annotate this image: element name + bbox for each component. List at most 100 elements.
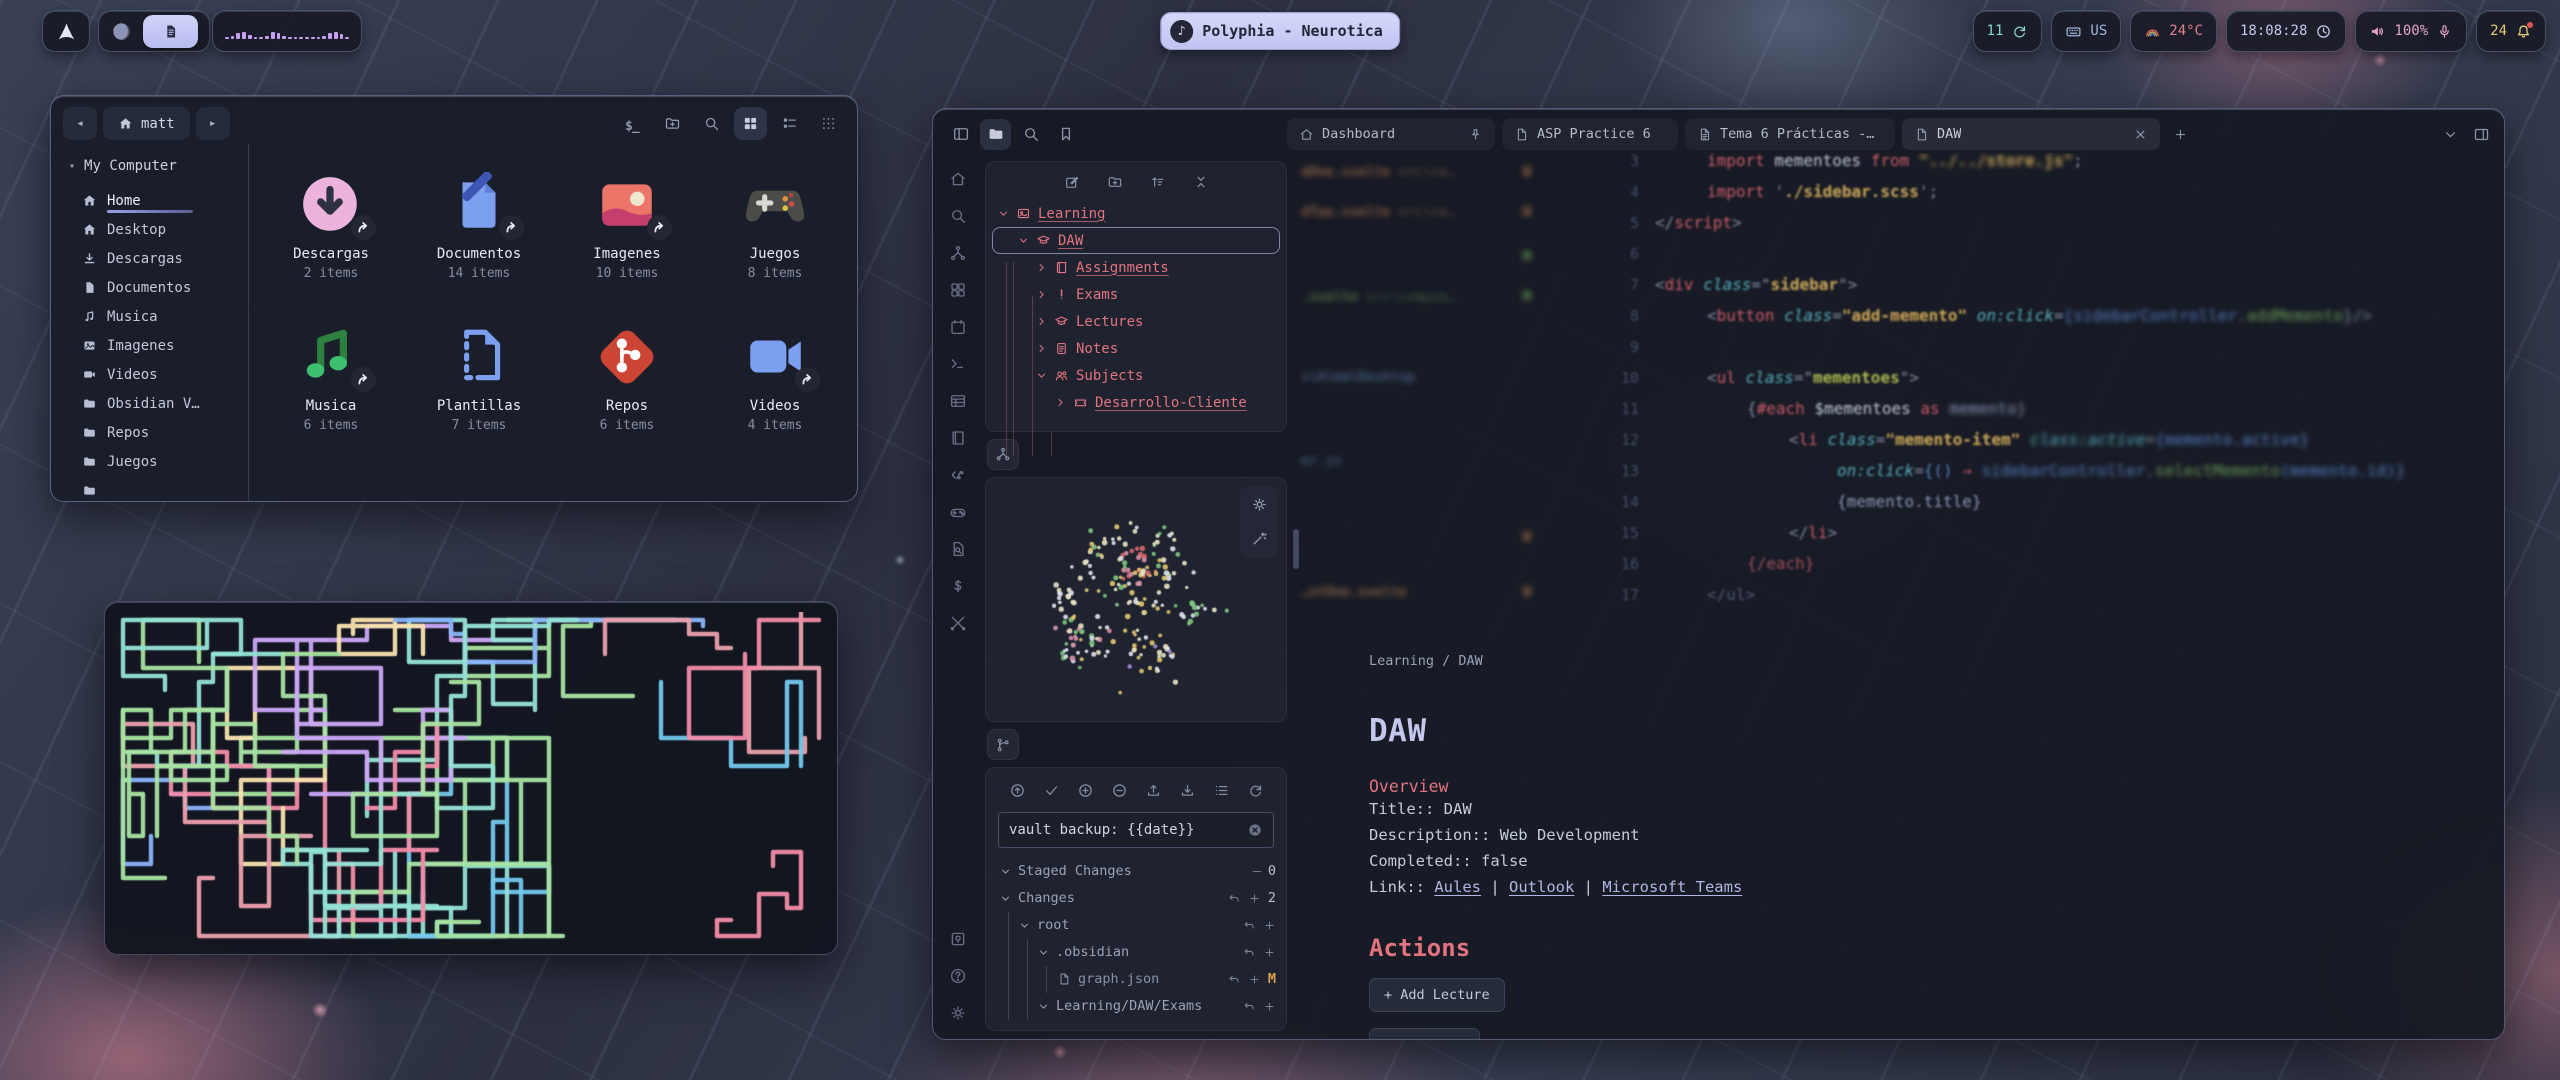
folder-item-videos[interactable]: Videos 4 items (706, 310, 844, 462)
ribbon-help-icon[interactable] (944, 962, 972, 990)
updates-indicator[interactable]: 11 (1973, 10, 2043, 52)
tab-list-dropdown-icon[interactable] (2442, 126, 2459, 143)
folder-item-juegos[interactable]: Juegos 8 items (706, 158, 844, 310)
caret-down-icon[interactable] (1036, 370, 1047, 381)
ribbon-home-icon[interactable] (944, 165, 972, 193)
discard-icon[interactable] (1243, 946, 1256, 959)
tree-item-daw[interactable]: DAW (992, 227, 1280, 254)
forward-button[interactable]: ▸ (196, 107, 230, 140)
link-outlook[interactable]: Outlook (1509, 878, 1574, 896)
explorer-sort-button[interactable] (1150, 174, 1166, 190)
sidebar-item-descargas[interactable]: Descargas (69, 244, 244, 273)
ribbon-codepct-icon[interactable] (944, 461, 972, 489)
graph-view[interactable] (986, 478, 1280, 722)
workspace-firefox-icon[interactable] (110, 20, 133, 43)
tree-item-lectures[interactable]: Lectures (992, 308, 1280, 335)
folder-item-documentos[interactable]: Documentos 14 items (410, 158, 548, 310)
explorer-collapse-button[interactable] (1193, 174, 1209, 190)
list-view-button[interactable] (773, 107, 806, 140)
caret-down-icon[interactable] (1000, 866, 1011, 877)
tree-item-exams[interactable]: Exams (992, 281, 1280, 308)
close-icon[interactable] (2133, 127, 2148, 142)
search-button[interactable] (1015, 119, 1046, 150)
commit-message-input[interactable]: vault backup: {{date}} (998, 812, 1274, 848)
tab-daw[interactable]: DAW (1902, 118, 2160, 150)
caret-down-icon[interactable] (1018, 235, 1029, 246)
sidebar-item-musica[interactable]: Musica (69, 302, 244, 331)
obsidian-editor-pane[interactable]: dOne.sveltesrc\co…U dTwo.sveltesrc\co…U … (1295, 153, 2504, 1039)
stage-icon[interactable] (1263, 919, 1276, 932)
sidebar-section-my-computer[interactable]: ▾ My Computer (69, 158, 244, 174)
tree-item-subjects[interactable]: Subjects (992, 362, 1280, 389)
git-circleminus-button[interactable] (1111, 782, 1128, 799)
git-downloadtray-button[interactable] (1179, 782, 1196, 799)
active-window-title-pill[interactable]: ♪ Polyphia - Neurotica (1160, 12, 1400, 50)
keyboard-layout-indicator[interactable]: US (2051, 10, 2121, 52)
sidebar-item-obsidian-v-[interactable]: Obsidian V… (69, 389, 244, 418)
folder-item-musica[interactable]: Musica 6 items (262, 310, 400, 462)
ribbon-gear-icon[interactable] (944, 999, 972, 1027)
git-circleplus-button[interactable] (1077, 782, 1094, 799)
file-explorer-button[interactable] (980, 119, 1011, 150)
compact-view-button[interactable] (812, 107, 845, 140)
clock-indicator[interactable]: 18:08:28 (2226, 10, 2346, 52)
discard-icon[interactable] (1243, 1000, 1256, 1013)
toggle-right-sidebar-icon[interactable] (2473, 126, 2490, 143)
tree-item-desarrollo-cliente[interactable]: Desarrollo-Cliente (992, 389, 1280, 416)
git-row-root[interactable]: root (996, 912, 1276, 939)
ribbon-fork-icon[interactable] (944, 239, 972, 267)
bookmarks-button[interactable] (1050, 119, 1081, 150)
link-aules[interactable]: Aules (1434, 878, 1481, 896)
workspace-switcher[interactable] (98, 10, 210, 52)
git-panel-tab[interactable] (987, 729, 1019, 760)
toggle-left-sidebar-button[interactable] (945, 119, 976, 150)
discard-icon[interactable] (1243, 919, 1256, 932)
sidebar-item-hidden[interactable] (69, 476, 244, 502)
caret-right-icon[interactable] (1036, 343, 1047, 354)
back-button[interactable]: ◂ (63, 107, 97, 140)
sidebar-item-documentos[interactable]: Documentos (69, 273, 244, 302)
graph-settings-button[interactable] (1245, 491, 1273, 519)
folder-item-plantillas[interactable]: Plantillas 7 items (410, 310, 548, 462)
git-row-graph-json[interactable]: graph.json M (996, 966, 1276, 993)
sidebar-item-home[interactable]: Home (69, 186, 244, 215)
tree-item-assignments[interactable]: Assignments (992, 254, 1280, 281)
weather-indicator[interactable]: 24°C (2130, 10, 2217, 52)
stage-icon[interactable] (1263, 946, 1276, 959)
ribbon-book-icon[interactable] (944, 424, 972, 452)
explorer-folderplus-button[interactable] (1107, 174, 1123, 190)
explorer-edit-button[interactable] (1064, 174, 1080, 190)
ribbon-search-icon[interactable] (944, 202, 972, 230)
git-upload-button[interactable] (1145, 782, 1162, 799)
caret-down-icon[interactable] (1019, 920, 1030, 931)
tab-dashboard[interactable]: Dashboard (1287, 118, 1495, 150)
caret-down-icon[interactable] (998, 208, 1009, 219)
notifications-indicator[interactable]: 24 (2476, 10, 2546, 52)
caret-right-icon[interactable] (1036, 289, 1047, 300)
graph-filter-button[interactable] (1245, 525, 1273, 553)
caret-down-icon[interactable] (1038, 1001, 1049, 1012)
breadcrumb[interactable]: matt (103, 107, 190, 140)
stage-icon[interactable] (1248, 973, 1261, 986)
caret-down-icon[interactable] (1038, 947, 1049, 958)
git-listic-button[interactable] (1213, 782, 1230, 799)
sidebar-item-videos[interactable]: Videos (69, 360, 244, 389)
discard-icon[interactable] (1228, 892, 1241, 905)
clear-icon[interactable] (1247, 822, 1263, 838)
tree-item-learning[interactable]: Learning (992, 200, 1280, 227)
tree-item-notes[interactable]: Notes (992, 335, 1280, 362)
note-breadcrumb[interactable]: Learning / DAW (1369, 653, 2129, 669)
button--add-lecture[interactable]: + Add Lecture (1369, 978, 1505, 1012)
tab-asp-practice-6[interactable]: ASP Practice 6 (1502, 118, 1678, 150)
open-terminal-button[interactable]: $_ (617, 107, 650, 140)
git-circleup-button[interactable] (1009, 782, 1026, 799)
ribbon-vault-icon[interactable] (944, 925, 972, 953)
ribbon-calendar-icon[interactable] (944, 313, 972, 341)
git-row--obsidian[interactable]: .obsidian (996, 939, 1276, 966)
git-row-changes[interactable]: Changes 2 (996, 885, 1276, 912)
git-check-button[interactable] (1043, 782, 1060, 799)
stage-icon[interactable] (1263, 1000, 1276, 1013)
sidebar-item-imagenes[interactable]: Imagenes (69, 331, 244, 360)
caret-down-icon[interactable] (1000, 893, 1011, 904)
tab-tema-6-pr-cticas-[interactable]: Tema 6 Prácticas -… (1685, 118, 1895, 150)
